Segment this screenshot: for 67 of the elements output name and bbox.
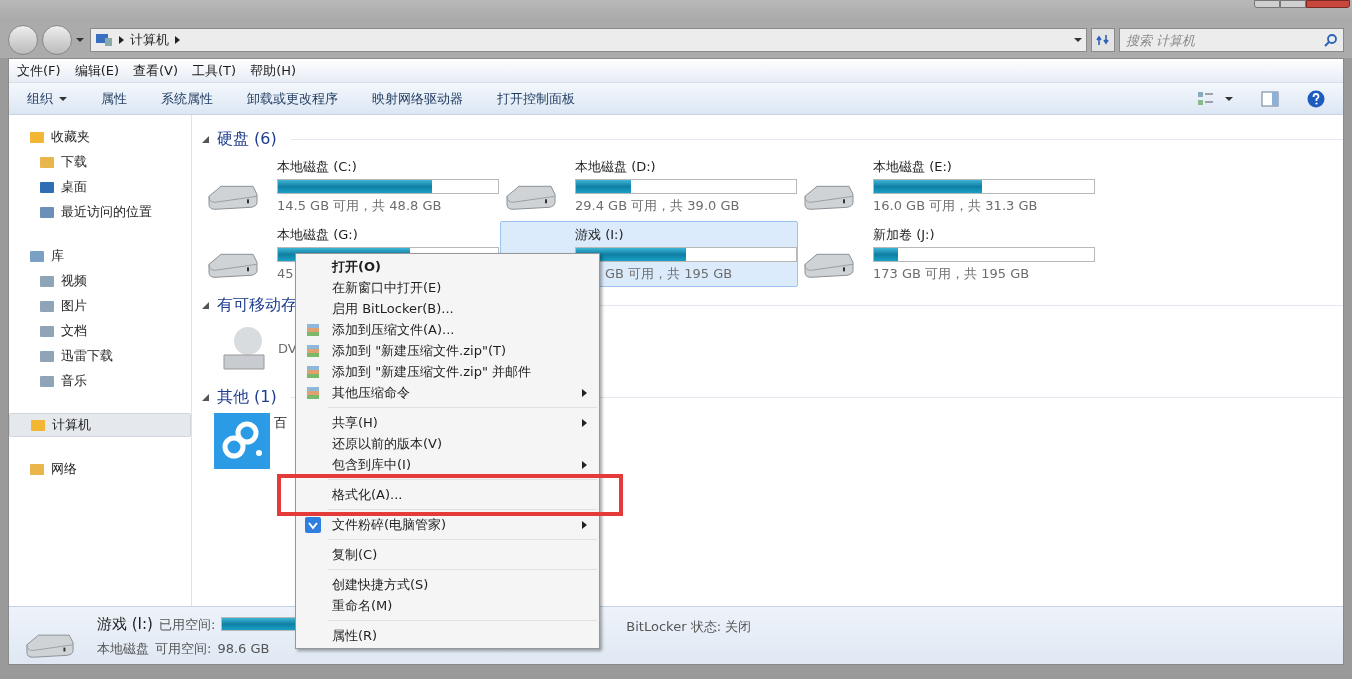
drive-tile[interactable]: 本地磁盘 (E:) 16.0 GB 可用，共 31.3 GB	[798, 153, 1096, 219]
sidebar-item[interactable]: 库	[9, 244, 191, 268]
group-heading: 其他 (1)	[217, 386, 277, 408]
context-menu-item[interactable]: 文件粉碎(电脑管家)	[298, 514, 597, 535]
search-field[interactable]: 搜索 计算机	[1119, 28, 1344, 52]
menu-item[interactable]: 帮助(H)	[250, 60, 297, 81]
device-name: DV	[278, 340, 297, 359]
toolbar-button[interactable]: 打开控制面板	[497, 88, 575, 109]
menu-item[interactable]: 工具(T)	[192, 60, 237, 81]
drive-name: 游戏 (I:)	[97, 614, 153, 635]
bitlocker-status: BitLocker 状态: 关闭	[626, 617, 752, 636]
detail-label: 可用空间:	[155, 639, 212, 658]
menu-item[interactable]: 查看(V)	[133, 60, 179, 81]
drive-tile[interactable]: 本地磁盘 (C:) 14.5 GB 可用，共 48.8 GB	[202, 153, 500, 219]
sidebar-item[interactable]: 图片	[9, 293, 191, 318]
drive-tile[interactable]: 新加卷 (J:) 173 GB 可用，共 195 GB	[798, 221, 1096, 287]
drive-name: 本地磁盘 (D:)	[575, 158, 656, 176]
group-heading: 有可移动存	[217, 294, 297, 316]
context-menu-item[interactable]: 属性(R)	[298, 625, 597, 646]
drive-type: 本地磁盘	[97, 639, 149, 658]
toolbar-button[interactable]: 映射网络驱动器	[372, 88, 463, 109]
context-menu-item[interactable]: 共享(H)	[298, 412, 597, 433]
context-menu-item[interactable]: 还原以前的版本(V)	[298, 433, 597, 454]
detail-value: 98.6 GB	[217, 639, 270, 658]
menu-item[interactable]: 文件(F)	[17, 60, 61, 81]
sidebar-item[interactable]: 收藏夹	[9, 125, 191, 149]
address-bar[interactable]: 计算机	[90, 28, 1087, 52]
context-menu-item[interactable]: 添加到压缩文件(A)...	[298, 319, 597, 340]
sidebar-item[interactable]: 下载	[9, 149, 191, 174]
context-menu-item[interactable]: 其他压缩命令	[298, 382, 597, 403]
drive-name: 本地磁盘 (G:)	[277, 226, 358, 244]
path-segment[interactable]: 计算机	[130, 30, 169, 50]
drive-name: 游戏 (I:)	[575, 226, 624, 244]
context-menu-item[interactable]: 重命名(M)	[298, 595, 597, 616]
toolbar-button[interactable]: 卸载或更改程序	[247, 88, 338, 109]
context-menu-item[interactable]: 启用 BitLocker(B)...	[298, 298, 597, 319]
drive-space: 29.4 GB 可用，共 39.0 GB	[575, 196, 740, 215]
context-menu-item[interactable]: 创建快捷方式(S)	[298, 574, 597, 595]
sidebar-item[interactable]: 最近访问的位置	[9, 199, 191, 224]
drive-space: 173 GB 可用，共 195 GB	[873, 264, 1030, 283]
detail-label: 已用空间:	[158, 615, 216, 634]
context-menu-item[interactable]: 添加到 "新建压缩文件.zip"(T)	[298, 340, 597, 361]
sidebar-item[interactable]: 视频	[9, 268, 191, 293]
sidebar-item[interactable]: 网络	[9, 457, 191, 481]
toolbar-button[interactable]: 系统属性	[161, 88, 213, 109]
drive-space: 14.5 GB 可用，共 48.8 GB	[277, 196, 442, 215]
drive-space: GB 可用，共 195 GB	[605, 264, 733, 283]
drive-name: 本地磁盘 (E:)	[873, 158, 952, 176]
drive-name: 新加卷 (J:)	[873, 226, 935, 244]
context-menu-item[interactable]: 格式化(A)...	[298, 484, 597, 505]
sidebar-item[interactable]: 桌面	[9, 174, 191, 199]
drive-name: 本地磁盘 (C:)	[277, 158, 357, 176]
drive-space: 45	[277, 264, 294, 283]
context-menu-item[interactable]: 复制(C)	[298, 544, 597, 565]
sidebar-item[interactable]: 迅雷下载	[9, 343, 191, 368]
context-menu-item[interactable]: 添加到 "新建压缩文件.zip" 并邮件	[298, 361, 597, 382]
menu-item[interactable]: 编辑(E)	[74, 60, 119, 81]
context-menu-item[interactable]: 包含到库中(I)	[298, 454, 597, 475]
sidebar-item[interactable]: 音乐	[9, 368, 191, 393]
toolbar-button[interactable]: 属性	[101, 88, 127, 109]
sidebar-item[interactable]: 文档	[9, 318, 191, 343]
sidebar-item[interactable]: 计算机	[9, 413, 191, 437]
group-heading: 硬盘 (6)	[217, 128, 277, 150]
device-name: 百	[274, 414, 287, 432]
drive-space: 16.0 GB 可用，共 31.3 GB	[873, 196, 1038, 215]
toolbar-button[interactable]: 组织	[27, 88, 67, 109]
drive-tile[interactable]: 本地磁盘 (D:) 29.4 GB 可用，共 39.0 GB	[500, 153, 798, 219]
